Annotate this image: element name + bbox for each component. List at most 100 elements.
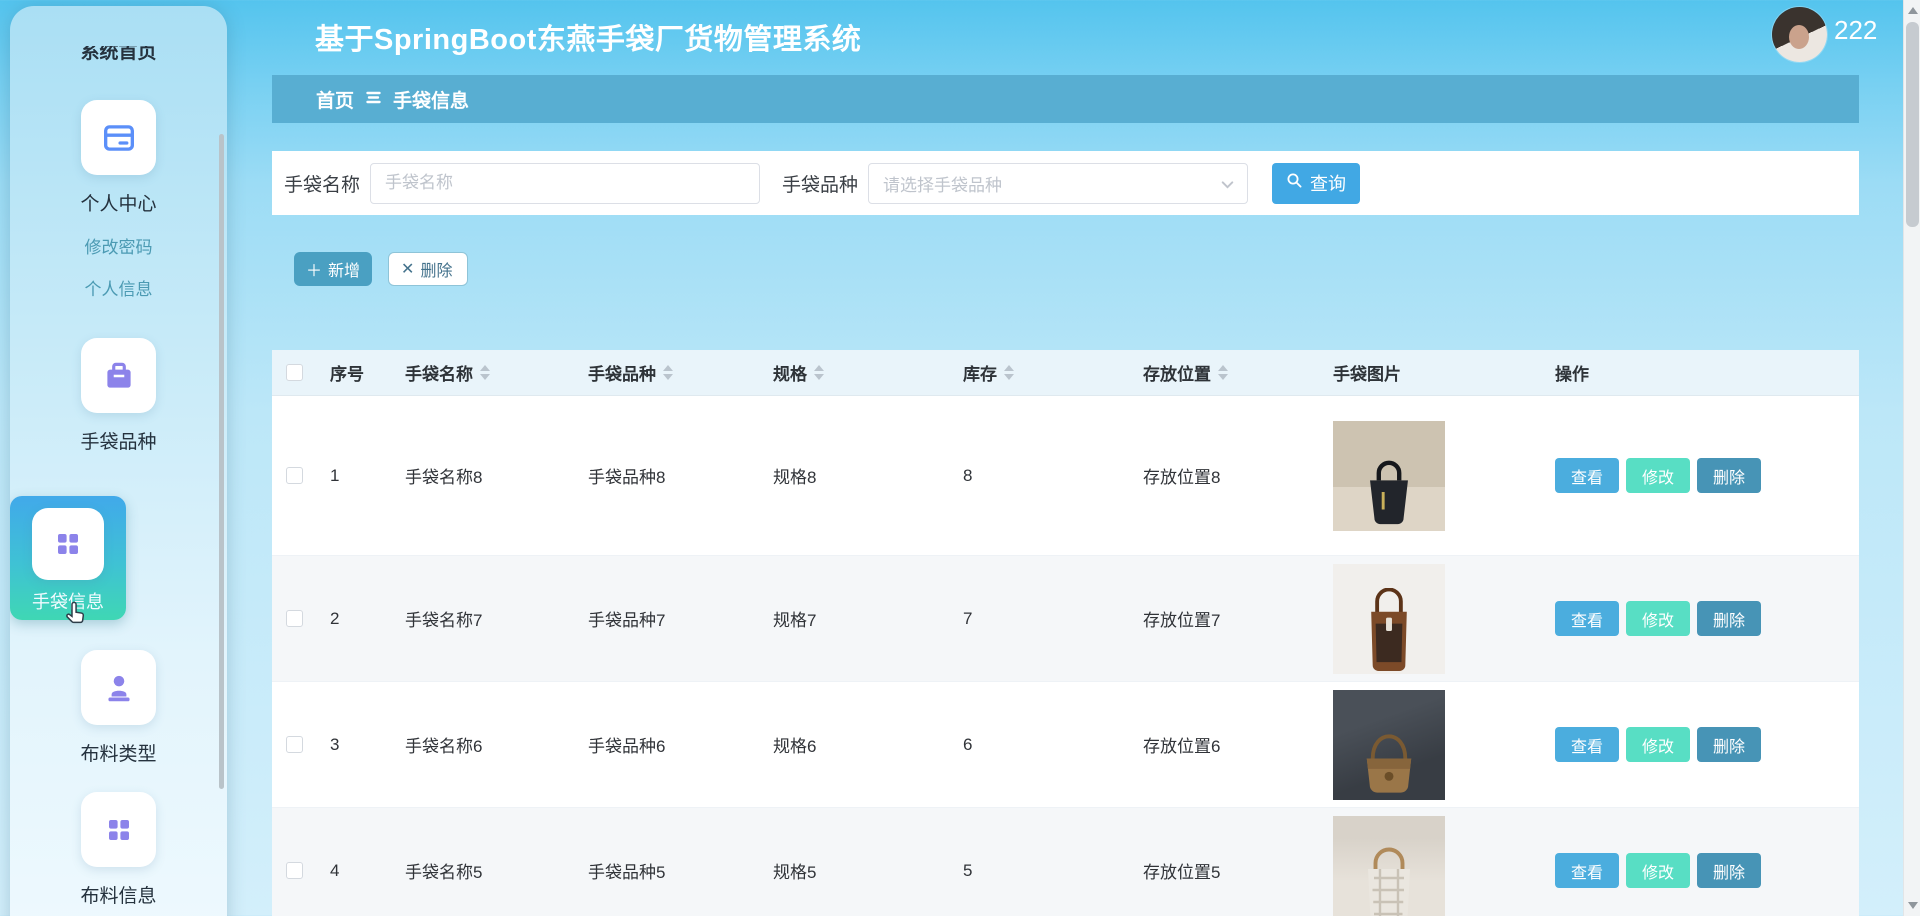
monogram-crossbody-bag-photo[interactable] bbox=[1333, 689, 1445, 800]
scroll-down-icon[interactable] bbox=[1908, 902, 1918, 909]
row-checkbox[interactable] bbox=[285, 862, 303, 879]
cell-location: 存放位置8 bbox=[1143, 468, 1221, 487]
sidebar-scrollbar-thumb[interactable] bbox=[219, 134, 224, 789]
cell-spec: 规格7 bbox=[773, 611, 817, 630]
sidebar-item-fabric-info[interactable]: 布料信息 bbox=[10, 792, 227, 908]
sort-carets-icon[interactable] bbox=[1004, 365, 1014, 380]
select-all-checkbox[interactable] bbox=[285, 364, 303, 381]
add-button[interactable]: ＋ 新增 bbox=[294, 252, 373, 286]
briefcase-icon bbox=[81, 338, 156, 413]
cell-index: 2 bbox=[330, 608, 340, 628]
delete-button[interactable]: 删除 bbox=[1697, 853, 1761, 888]
cell-spec: 规格6 bbox=[773, 737, 817, 756]
cell-stock: 6 bbox=[963, 734, 973, 754]
page-title: 基于SpringBoot东燕手袋厂货物管理系统 bbox=[315, 24, 862, 56]
sidebar: 系统首页 个人中心 修改密码 个人信息 手袋品种 手袋信息 布料类型 布料信息 bbox=[10, 6, 227, 916]
sidebar-item-bag-variety[interactable]: 手袋品种 bbox=[10, 338, 227, 454]
bag-name-input[interactable] bbox=[370, 162, 761, 204]
column-header-location[interactable]: 存放位置 bbox=[1129, 360, 1319, 385]
black-handbag-on-desk-photo[interactable] bbox=[1333, 420, 1445, 531]
sidebar-link-change-password[interactable]: 修改密码 bbox=[85, 233, 153, 258]
table-row: 4 手袋名称5 手袋品种5 规格5 5 存放位置5 查看 修改 删除 bbox=[272, 808, 1859, 916]
cell-variety: 手袋品种7 bbox=[588, 611, 666, 630]
sidebar-item-home-clipped[interactable]: 系统首页 bbox=[10, 46, 227, 62]
cell-location: 存放位置7 bbox=[1143, 611, 1221, 630]
cursor-hand-icon bbox=[62, 601, 88, 634]
row-checkbox[interactable] bbox=[285, 736, 303, 753]
sidebar-item-fabric-info-label: 布料信息 bbox=[80, 886, 157, 907]
column-header-stock[interactable]: 库存 bbox=[949, 360, 1129, 385]
user-avatar[interactable] bbox=[1772, 7, 1827, 62]
table-row: 1 手袋名称8 手袋品种8 规格8 8 存放位置8 查看 修改 删除 bbox=[272, 396, 1859, 556]
column-header-spec[interactable]: 规格 bbox=[759, 360, 949, 385]
row-checkbox[interactable] bbox=[285, 467, 303, 484]
cell-name: 手袋名称6 bbox=[405, 737, 483, 756]
table-toolbar: ＋ 新增 ✕ 删除 bbox=[294, 252, 469, 286]
column-header-variety[interactable]: 手袋品种 bbox=[574, 360, 759, 385]
bag-variety-select[interactable]: 请选择手袋品种 bbox=[868, 162, 1249, 204]
breadcrumb: 首页 手袋信息 bbox=[272, 75, 1859, 123]
delete-button[interactable]: 删除 bbox=[1697, 458, 1761, 493]
table-row: 2 手袋名称7 手袋品种7 规格7 7 存放位置7 查看 修改 删除 bbox=[272, 556, 1859, 682]
sidebar-item-fabric-type[interactable]: 布料类型 bbox=[10, 650, 227, 766]
sort-carets-icon[interactable] bbox=[814, 365, 824, 380]
query-button[interactable]: 查询 bbox=[1272, 162, 1361, 204]
scroll-up-icon[interactable] bbox=[1908, 7, 1918, 14]
cell-name: 手袋名称7 bbox=[405, 611, 483, 630]
delete-button[interactable]: 删除 bbox=[1697, 727, 1761, 762]
row-checkbox[interactable] bbox=[285, 610, 303, 627]
plus-icon: ＋ bbox=[306, 263, 323, 280]
column-header-photo: 手袋图片 bbox=[1333, 365, 1401, 384]
sidebar-item-profile-label: 个人中心 bbox=[80, 194, 157, 215]
sidebar-item-bag-info-active[interactable]: 手袋信息 bbox=[10, 496, 126, 624]
sidebar-item-profile[interactable]: 个人中心 修改密码 个人信息 bbox=[10, 100, 227, 300]
edit-button[interactable]: 修改 bbox=[1626, 853, 1690, 888]
cell-stock: 5 bbox=[963, 860, 973, 880]
bag-variety-select-placeholder: 请选择手袋品种 bbox=[883, 175, 1003, 195]
triple-bar-icon bbox=[366, 88, 381, 110]
id-card-icon bbox=[81, 100, 156, 175]
scrollbar-thumb[interactable] bbox=[1906, 22, 1919, 227]
cell-stock: 8 bbox=[963, 465, 973, 485]
bag-variety-label: 手袋品种 bbox=[782, 174, 859, 196]
cell-name: 手袋名称8 bbox=[405, 468, 483, 487]
cell-variety: 手袋品种8 bbox=[588, 468, 666, 487]
sidebar-item-bag-variety-label: 手袋品种 bbox=[80, 432, 157, 453]
username-label[interactable]: 222 bbox=[1834, 15, 1877, 46]
sort-carets-icon[interactable] bbox=[480, 365, 490, 380]
column-header-name[interactable]: 手袋名称 bbox=[391, 360, 574, 385]
view-button[interactable]: 查看 bbox=[1555, 601, 1619, 636]
column-header-actions: 操作 bbox=[1555, 365, 1589, 384]
bag-name-label: 手袋名称 bbox=[284, 174, 361, 196]
cell-spec: 规格5 bbox=[773, 863, 817, 882]
x-icon: ✕ bbox=[401, 261, 415, 278]
sort-carets-icon[interactable] bbox=[1218, 365, 1228, 380]
sidebar-link-personal-info[interactable]: 个人信息 bbox=[85, 275, 153, 300]
view-button[interactable]: 查看 bbox=[1555, 853, 1619, 888]
bag-info-table: 序号 手袋名称 手袋品种 规格 库存 存放位置 手袋图片 操作 1 手袋名称8 … bbox=[272, 350, 1859, 916]
page-scrollbar[interactable] bbox=[1903, 0, 1920, 916]
view-button[interactable]: 查看 bbox=[1555, 458, 1619, 493]
breadcrumb-current: 手袋信息 bbox=[393, 90, 470, 112]
delete-button[interactable]: 删除 bbox=[1697, 601, 1761, 636]
table-header-row: 序号 手袋名称 手袋品种 规格 库存 存放位置 手袋图片 操作 bbox=[272, 350, 1859, 396]
breadcrumb-home[interactable]: 首页 bbox=[316, 86, 354, 113]
magnifier-icon bbox=[1286, 172, 1303, 194]
cell-location: 存放位置6 bbox=[1143, 737, 1221, 756]
cell-variety: 手袋品种6 bbox=[588, 737, 666, 756]
brown-tote-bag-photo[interactable] bbox=[1333, 563, 1445, 674]
sort-carets-icon[interactable] bbox=[663, 365, 673, 380]
cell-name: 手袋名称5 bbox=[405, 863, 483, 882]
edit-button[interactable]: 修改 bbox=[1626, 458, 1690, 493]
grid-icon bbox=[32, 508, 104, 580]
edit-button[interactable]: 修改 bbox=[1626, 727, 1690, 762]
edit-button[interactable]: 修改 bbox=[1626, 601, 1690, 636]
table-row: 3 手袋名称6 手袋品种6 规格6 6 存放位置6 查看 修改 删除 bbox=[272, 682, 1859, 808]
cell-index: 4 bbox=[330, 860, 340, 880]
chevron-down-icon bbox=[1220, 177, 1235, 197]
cell-location: 存放位置5 bbox=[1143, 863, 1221, 882]
view-button[interactable]: 查看 bbox=[1555, 727, 1619, 762]
checkered-hobo-bag-photo[interactable] bbox=[1333, 815, 1445, 916]
batch-delete-button[interactable]: ✕ 删除 bbox=[388, 252, 469, 286]
cell-index: 1 bbox=[330, 465, 340, 485]
